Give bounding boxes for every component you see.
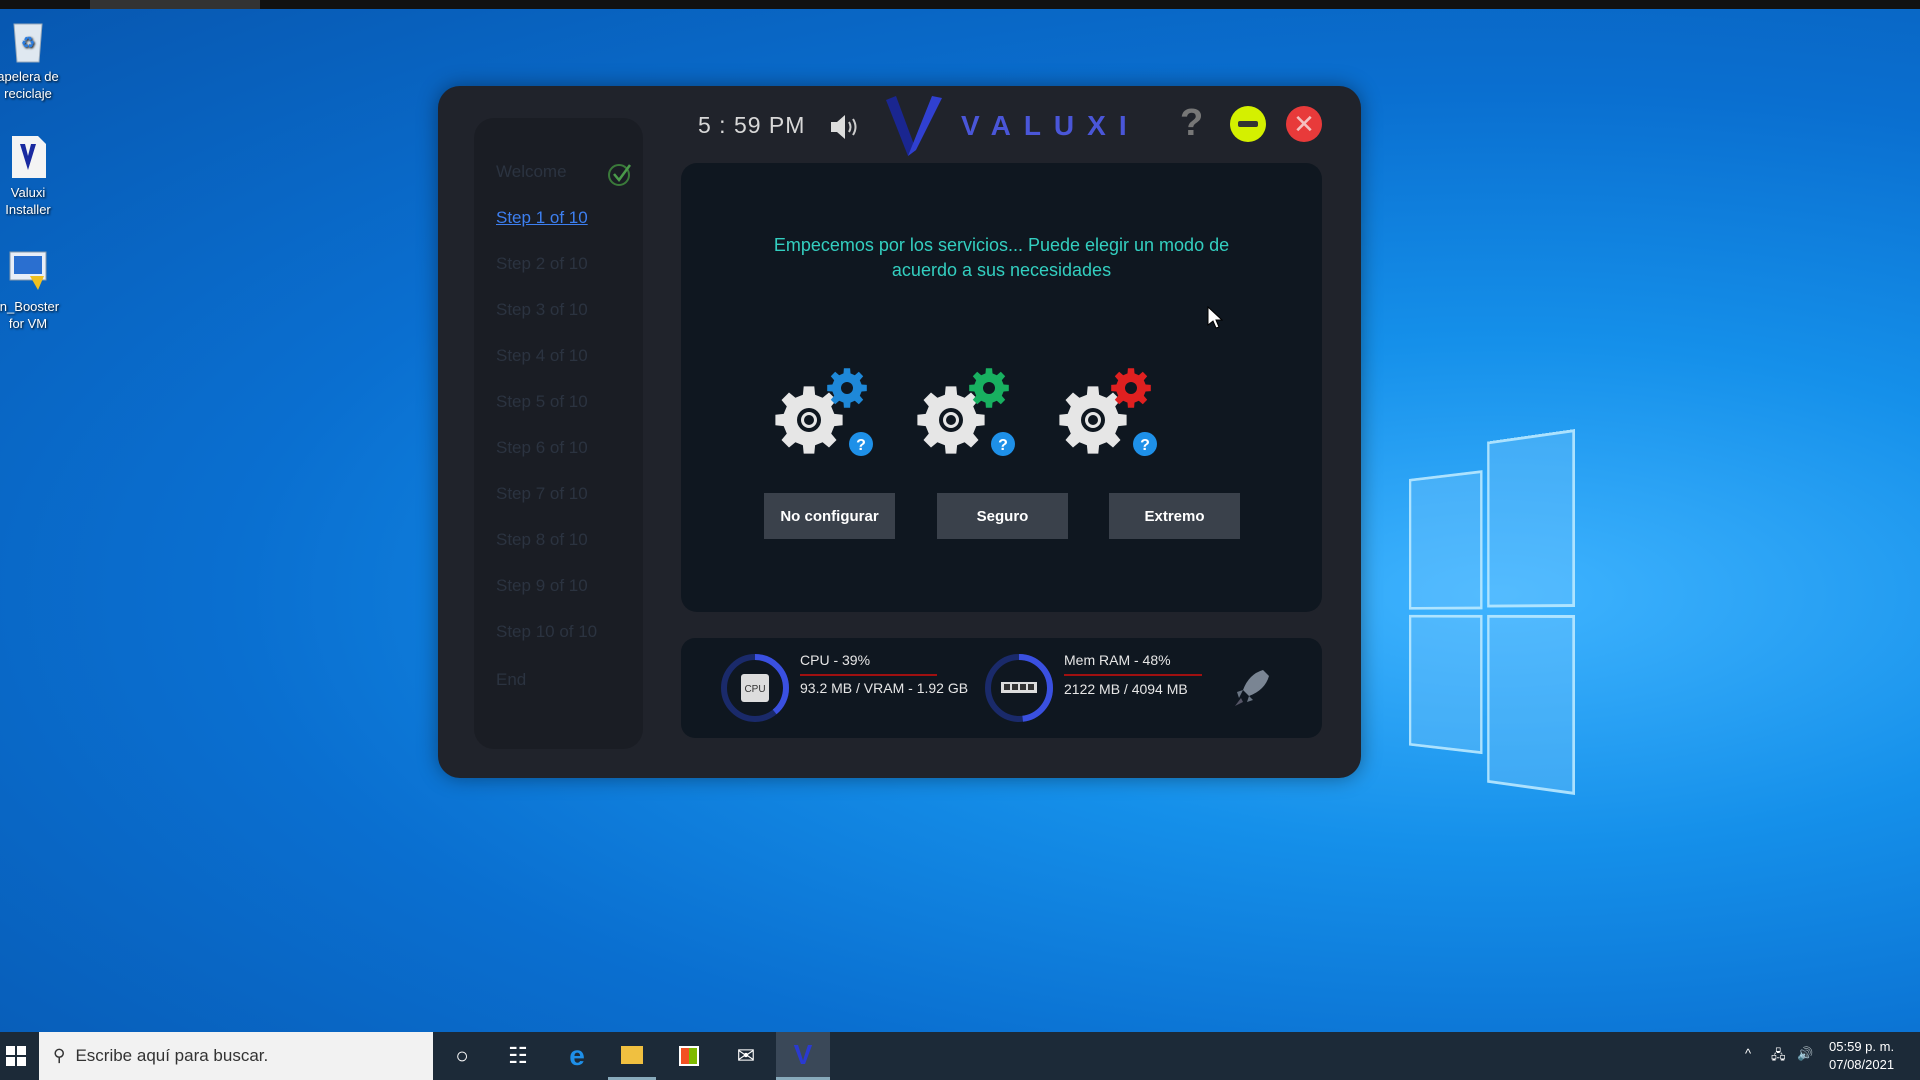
mail-icon[interactable]: ✉: [722, 1032, 770, 1080]
icon-label: in_Booster: [0, 299, 60, 314]
minimize-icon: [1238, 121, 1258, 127]
ram-gauge: [985, 654, 1053, 722]
file-explorer-icon[interactable]: [608, 1032, 656, 1080]
icon-label: reciclaje: [4, 86, 52, 101]
taskbar: ⚲ Escribe aquí para buscar. ○ ☷ e ✉ V ^ 🖧…: [0, 1032, 1920, 1080]
gear-icon-extremo: ?: [1055, 358, 1165, 468]
svg-text:CPU: CPU: [744, 684, 765, 695]
top-strip: [0, 0, 1920, 9]
store-icon[interactable]: [665, 1032, 713, 1080]
sidebar-item-step-8[interactable]: Step 8 of 10: [496, 530, 588, 550]
recycle-bin-icon: ♻: [6, 18, 50, 64]
tray-clock[interactable]: 05:59 p. m. 07/08/2021: [1829, 1038, 1894, 1074]
mode-help-icon: ?: [1133, 432, 1157, 456]
task-view-icon[interactable]: ☷: [494, 1032, 542, 1080]
gear-icon-seguro: ?: [913, 358, 1023, 468]
steps-sidebar: Welcome Step 1 of 10 Step 2 of 10 Step 3…: [474, 118, 643, 749]
desktop-icon-valuxi-installer[interactable]: Valuxi Installer: [0, 134, 68, 218]
mode-help-icon: ?: [849, 432, 873, 456]
sidebar-item-step-4[interactable]: Step 4 of 10: [496, 346, 588, 366]
help-button[interactable]: ?: [1180, 102, 1203, 145]
top-tab: [90, 0, 260, 9]
brand-name: VALUXI: [961, 110, 1140, 141]
ram-divider: [1064, 674, 1202, 676]
icon-label: Valuxi: [10, 185, 46, 200]
search-placeholder: Escribe aquí para buscar.: [75, 1046, 269, 1065]
system-stats-panel: CPU CPU - 39% 93.2 MB / VRAM - 1.92 GB M…: [681, 638, 1322, 738]
mouse-cursor-icon: [1207, 306, 1223, 329]
svg-text:?: ?: [1140, 437, 1150, 454]
svg-text:?: ?: [998, 437, 1008, 454]
start-button[interactable]: [0, 1032, 40, 1080]
windows-wallpaper-logo: [1409, 429, 1575, 799]
sidebar-item-step-10[interactable]: Step 10 of 10: [496, 622, 597, 642]
valuxi-installer-window: Welcome Step 1 of 10 Step 2 of 10 Step 3…: [438, 86, 1361, 778]
desktop-icon-recycle-bin[interactable]: ♻ apelera de reciclaje: [0, 18, 68, 102]
check-icon: [608, 164, 632, 186]
search-icon: ⚲: [53, 1046, 66, 1065]
svg-text:?: ?: [856, 437, 866, 454]
ram-module-icon: [1001, 682, 1037, 693]
valuxi-logo-icon: [886, 96, 942, 156]
cpu-detail: 93.2 MB / VRAM - 1.92 GB: [800, 680, 969, 696]
rocket-boost-icon[interactable]: [1233, 668, 1269, 708]
clock: 5 : 59 PM: [698, 112, 806, 138]
sidebar-item-end[interactable]: End: [496, 670, 526, 690]
ram-usage: Mem RAM - 48%: [1064, 652, 1171, 668]
icon-label: for VM: [8, 316, 48, 331]
ram-detail: 2122 MB / 4094 MB: [1064, 681, 1188, 697]
sidebar-item-step-2[interactable]: Step 2 of 10: [496, 254, 588, 274]
cpu-divider: [800, 674, 937, 676]
sidebar-item-step-6[interactable]: Step 6 of 10: [496, 438, 588, 458]
prompt-text: Empecemos por los servicios... Puede ele…: [773, 235, 1230, 280]
speaker-icon[interactable]: [828, 113, 864, 141]
svg-text:♻: ♻: [21, 35, 35, 52]
volume-icon[interactable]: 🔊: [1797, 1046, 1813, 1062]
close-icon: ✕: [1293, 109, 1315, 139]
sidebar-item-welcome[interactable]: Welcome: [496, 162, 567, 182]
sidebar-item-step-1[interactable]: Step 1 of 10: [496, 208, 588, 228]
sidebar-item-step-9[interactable]: Step 9 of 10: [496, 576, 588, 596]
valuxi-file-icon: [6, 134, 50, 180]
edge-icon[interactable]: e: [553, 1032, 601, 1080]
sidebar-item-step-7[interactable]: Step 7 of 10: [496, 484, 588, 504]
extremo-button[interactable]: Extremo: [1109, 493, 1240, 539]
taskbar-search[interactable]: ⚲ Escribe aquí para buscar.: [39, 1032, 433, 1080]
cpu-gauge: CPU: [721, 654, 789, 722]
gear-icon-no-configurar: ?: [771, 358, 881, 468]
sidebar-item-step-5[interactable]: Step 5 of 10: [496, 392, 588, 412]
valuxi-taskbar-icon[interactable]: V: [776, 1032, 830, 1080]
services-panel: Empecemos por los servicios... Puede ele…: [681, 163, 1322, 612]
cpu-usage: CPU - 39%: [800, 652, 871, 668]
cortana-icon[interactable]: ○: [438, 1032, 486, 1080]
icon-label: apelera de: [0, 69, 59, 84]
icon-label: Installer: [5, 202, 51, 217]
close-button[interactable]: ✕: [1286, 106, 1322, 142]
network-icon[interactable]: 🖧: [1771, 1046, 1786, 1068]
seguro-button[interactable]: Seguro: [937, 493, 1068, 539]
booster-shortcut-icon: [6, 248, 50, 294]
mode-help-icon: ?: [991, 432, 1015, 456]
no-configurar-button[interactable]: No configurar: [764, 493, 895, 539]
windows-start-icon: [6, 1046, 26, 1066]
sidebar-item-step-3[interactable]: Step 3 of 10: [496, 300, 588, 320]
minimize-button[interactable]: [1230, 106, 1266, 142]
tray-chevron-icon[interactable]: ^: [1745, 1046, 1751, 1061]
desktop-icon-booster[interactable]: in_Booster for VM: [0, 248, 68, 332]
